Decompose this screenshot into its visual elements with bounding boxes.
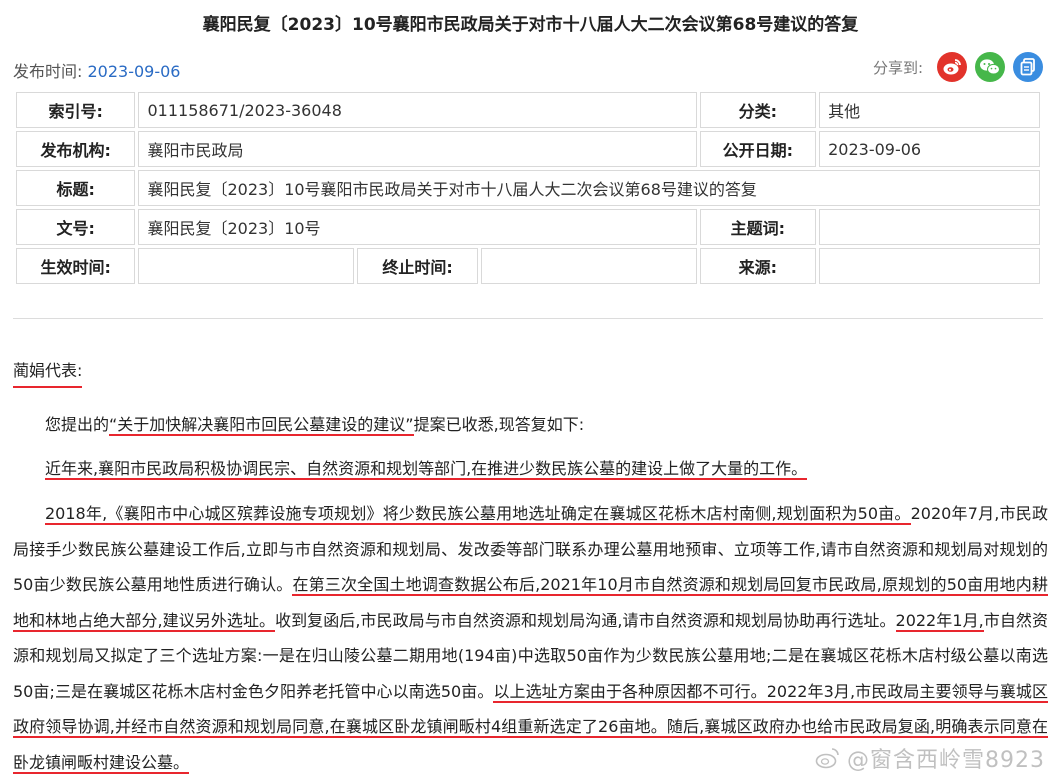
index-label: 索引号: <box>16 92 136 128</box>
watermark-text: @窗含西岭雪8923 <box>847 748 1045 773</box>
publisher-label: 发布机构: <box>16 131 136 167</box>
p1-text-c: 提案已收悉,现答复如下: <box>413 415 585 434</box>
paragraph-1: 您提出的“关于加快解决襄阳市回民公墓建设的建议”提案已收悉,现答复如下: <box>13 410 1048 440</box>
p3-sentence-4: 收到复函后,市民政局与市自然资源和规划局沟通,请市自然资源和规划局协助再行选址。 <box>275 610 896 630</box>
p3-sentence-7: 以上选址方案由于各种原因都不可行。 <box>493 681 767 703</box>
wechat-icon[interactable] <box>975 52 1005 82</box>
source-label: 来源: <box>699 248 817 284</box>
share-label: 分享到: <box>872 58 923 77</box>
p3-sentence-5: 2022年1月, <box>895 610 984 632</box>
letter-body: 蔺娟代表: 您提出的“关于加快解决襄阳市回民公墓建设的建议”提案已收悉,现答复如… <box>13 356 1048 780</box>
salutation: 蔺娟代表: <box>13 356 83 388</box>
page-title: 襄阳民复〔2023〕10号襄阳市民政局关于对市十八届人大二次会议第68号建议的答… <box>202 15 859 35</box>
effective-value <box>138 248 355 284</box>
p2-text: 近年来,襄阳市民政局积极协调民宗、自然资源和规划等部门,在推进少数民族公墓的建设… <box>45 459 808 480</box>
expiry-value <box>480 248 697 284</box>
table-row: 索引号: 011158671/2023-36048 分类: 其他 <box>16 92 1040 128</box>
table-row: 标题: 襄阳民复〔2023〕10号襄阳市民政局关于对市十八届人大二次会议第68号… <box>16 170 1040 206</box>
category-label: 分类: <box>699 92 817 128</box>
publish-info: 发布时间: 2023-09-06 <box>13 58 180 82</box>
table-row: 生效时间: 终止时间: 来源: <box>16 248 1040 284</box>
table-row: 文号: 襄阳民复〔2023〕10号 主题词: <box>16 209 1040 245</box>
subject-label: 主题词: <box>699 209 817 245</box>
table-row: 发布机构: 襄阳市民政局 公开日期: 2023-09-06 <box>16 131 1040 167</box>
index-value: 011158671/2023-36048 <box>138 92 697 128</box>
weibo-icon[interactable] <box>937 52 967 82</box>
watermark: @窗含西岭雪8923 <box>815 742 1045 774</box>
docno-value: 襄阳民复〔2023〕10号 <box>138 209 697 245</box>
publisher-value: 襄阳市民政局 <box>138 131 697 167</box>
source-value <box>819 248 1040 284</box>
p3-sentence-1: 2018年,《襄阳市中心城区殡葬设施专项规划》将少数民族公墓用地选址确定在襄城区… <box>45 504 911 525</box>
publish-date: 2023-09-06 <box>87 62 181 81</box>
paragraph-3: 2018年,《襄阳市中心城区殡葬设施专项规划》将少数民族公墓用地选址确定在襄城区… <box>13 496 1048 780</box>
share-bar: 分享到: <box>873 52 1043 82</box>
title-value: 襄阳民复〔2023〕10号襄阳市民政局关于对市十八届人大二次会议第68号建议的答… <box>138 170 1040 206</box>
title-label: 标题: <box>16 170 136 206</box>
weibo-watermark-icon <box>815 748 839 769</box>
subject-value <box>819 209 1040 245</box>
p1-text-a: 您提出的 <box>45 415 110 434</box>
proposal-title: “关于加快解决襄阳市回民公墓建设的建议” <box>109 415 414 436</box>
metadata-table: 索引号: 011158671/2023-36048 分类: 其他 发布机构: 襄… <box>13 89 1043 287</box>
public-date-label: 公开日期: <box>699 131 817 167</box>
category-value: 其他 <box>819 92 1040 128</box>
divider <box>13 318 1043 319</box>
publish-label: 发布时间: <box>13 62 83 81</box>
paragraph-2: 近年来,襄阳市民政局积极协调民宗、自然资源和规划等部门,在推进少数民族公墓的建设… <box>13 454 1048 484</box>
effective-label: 生效时间: <box>16 248 136 284</box>
docno-label: 文号: <box>16 209 136 245</box>
expiry-label: 终止时间: <box>357 248 478 284</box>
copy-icon[interactable] <box>1013 52 1043 82</box>
public-date-value: 2023-09-06 <box>819 131 1040 167</box>
